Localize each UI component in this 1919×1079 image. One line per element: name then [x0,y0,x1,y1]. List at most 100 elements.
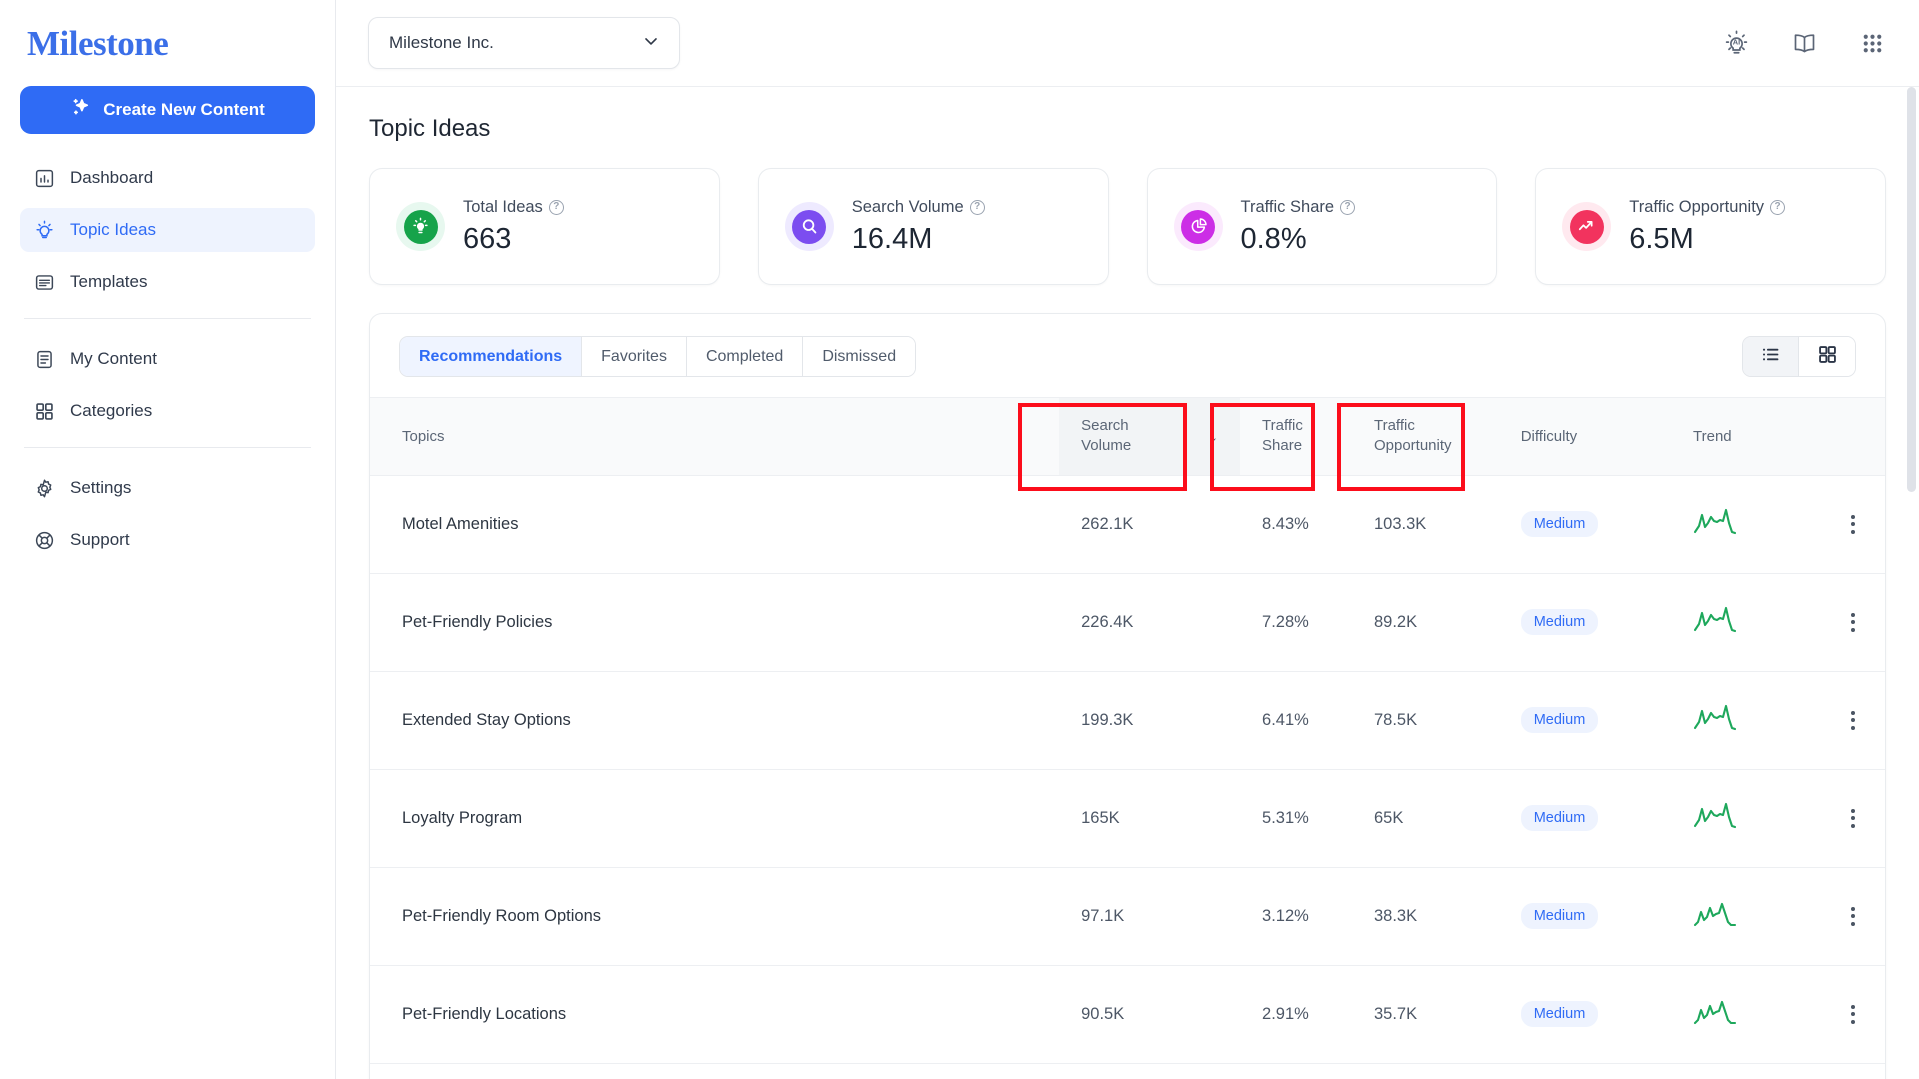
cell-actions[interactable] [1820,572,1885,671]
column-header-traffic-share-line2: Share [1262,437,1303,455]
sidebar-item-label: Categories [70,401,153,420]
table-row[interactable]: Motel Amenities 262.1K 8.43% 103.3K Medium [370,474,1885,573]
page-scrollbar-track[interactable] [1905,87,1919,1079]
cell-topic[interactable]: Pet-Friendly Room Options [370,866,1060,965]
cell-traffic-share: 8.43% [1240,474,1352,573]
column-header-topics[interactable]: Topics [370,397,1060,475]
cell-trend [1675,964,1821,1063]
brand-logo: Milestone [27,24,169,63]
sidebar-item-label: Topic Ideas [70,220,156,239]
table-row[interactable]: Extended Stay Options 199.3K 6.41% 78.5K Med… [370,670,1885,769]
trend-sparkline-icon [1693,902,1739,934]
cell-topic[interactable]: Motel Amenities [370,474,1060,573]
cell-traffic-opportunity: 35.7K [1351,964,1503,1063]
sidebar-item-templates[interactable]: Templates [20,260,315,304]
sidebar-item-label: Templates [70,272,148,291]
sidebar-item-settings[interactable]: Settings [20,466,315,510]
column-header-search-volume[interactable]: Search Volume ↓ [1059,397,1241,475]
sidebar-item-label: My Content [70,349,157,368]
stat-card-traffic-share: Traffic Share ? 0.8% [1146,168,1498,285]
stat-card-search-volume: Search Volume ? 16.4M [757,168,1109,285]
cell-actions[interactable] [1820,670,1885,769]
cell-traffic-share: 7.28% [1240,572,1352,671]
stat-label-text: Total Ideas [463,197,543,216]
trending-up-icon [1562,202,1612,251]
cell-topic[interactable]: Motel 6'S Commitment To Pet-Friendly Acc… [370,1062,1060,1079]
sidebar-item-categories[interactable]: Categories [20,389,315,433]
table-row[interactable]: Motel 6'S Commitment To Pet-Friendly Acc… [370,1062,1885,1079]
apps-grid-icon[interactable] [1858,29,1886,57]
chevron-down-icon [641,31,661,56]
sidebar-item-topic-ideas[interactable]: Topic Ideas [20,208,315,252]
cell-actions[interactable] [1820,964,1885,1063]
cell-trend [1675,1062,1821,1079]
help-icon[interactable]: ? [969,199,985,215]
tab-favorites[interactable]: Favorites [582,337,687,376]
tab-recommendations[interactable]: Recommendations [400,337,583,376]
stat-card-label: Traffic Opportunity ? [1629,198,1786,217]
sort-arrow-down-icon[interactable]: ↓ [1209,425,1219,447]
table-row[interactable]: Loyalty Program 165K 5.31% 65K Medium [370,768,1885,867]
row-menu-icon[interactable] [1820,808,1885,828]
chart-bar-icon [33,167,55,189]
sidebar-item-my-content[interactable]: My Content [20,337,315,381]
cell-actions[interactable] [1820,768,1885,867]
sidebar-item-dashboard[interactable]: Dashboard [20,156,315,200]
org-selector[interactable]: Milestone Inc. [368,17,680,69]
help-icon[interactable]: ? [548,199,564,215]
cell-difficulty: Medium [1502,474,1675,573]
cell-topic[interactable]: Loyalty Program [370,768,1060,867]
search-icon [784,202,834,251]
list-view-button[interactable] [1743,337,1799,376]
row-menu-icon[interactable] [1820,1004,1885,1024]
table-row[interactable]: Pet-Friendly Policies 226.4K 7.28% 89.2K Med… [370,572,1885,671]
gear-icon [33,477,55,499]
view-toggle [1742,336,1856,377]
sidebar-item-label: Dashboard [70,168,154,187]
row-menu-icon[interactable] [1820,710,1885,730]
table-row[interactable]: Pet-Friendly Room Options 97.1K 3.12% 38.3K… [370,866,1885,965]
cell-topic[interactable]: Extended Stay Options [370,670,1060,769]
ai-lightbulb-icon[interactable]: AI [1722,29,1750,57]
table-body: Motel Amenities 262.1K 8.43% 103.3K Medium Pe… [370,474,1885,1079]
row-menu-icon[interactable] [1820,514,1885,534]
svg-text:AI: AI [1732,37,1739,46]
cell-actions[interactable] [1820,1062,1885,1079]
cell-traffic-share: 2.91% [1240,1062,1352,1079]
cell-search-volume: 97.1K [1059,866,1241,965]
help-icon[interactable]: ? [1340,199,1356,215]
row-menu-icon[interactable] [1820,906,1885,926]
column-header-traffic-opportunity[interactable]: Traffic Opportunity [1351,397,1503,475]
cell-actions[interactable] [1820,866,1885,965]
column-header-traffic-share[interactable]: Traffic Share [1240,397,1352,475]
cell-actions[interactable] [1820,474,1885,573]
sidebar-item-support[interactable]: Support [20,518,315,562]
cell-topic[interactable]: Pet-Friendly Locations [370,964,1060,1063]
column-header-trend[interactable]: Trend [1675,397,1821,475]
topics-table: Topics Search Volume ↓ Traffic Share Tra… [370,397,1885,1079]
column-header-difficulty[interactable]: Difficulty [1502,397,1675,475]
cell-trend [1675,866,1821,965]
stat-card-value: 16.4M [851,222,933,255]
cell-trend [1675,768,1821,867]
create-new-content-button[interactable]: Create New Content [20,86,315,134]
document-icon [33,348,55,370]
cell-search-volume: 262.1K [1059,474,1241,573]
row-menu-icon[interactable] [1820,612,1885,632]
grid-icon [33,400,55,422]
tab-dismissed[interactable]: Dismissed [803,337,916,376]
stat-card-value: 0.8% [1240,222,1307,255]
grid-view-button[interactable] [1799,337,1855,376]
table-row[interactable]: Pet-Friendly Locations 90.5K 2.91% 35.7K Med… [370,964,1885,1063]
status-badge: Medium [1520,903,1599,929]
help-icon[interactable]: ? [1770,199,1786,215]
create-new-content-label: Create New Content [103,100,265,119]
tab-completed[interactable]: Completed [686,337,804,376]
pie-chart-icon [1173,202,1223,251]
tab-list: Recommendations Favorites Completed Dism… [399,336,917,377]
cell-topic[interactable]: Pet-Friendly Policies [370,572,1060,671]
cell-difficulty: Medium [1502,964,1675,1063]
book-icon[interactable] [1790,29,1818,57]
page-scrollbar-thumb[interactable] [1907,87,1916,492]
cell-traffic-opportunity: 65K [1351,768,1503,867]
